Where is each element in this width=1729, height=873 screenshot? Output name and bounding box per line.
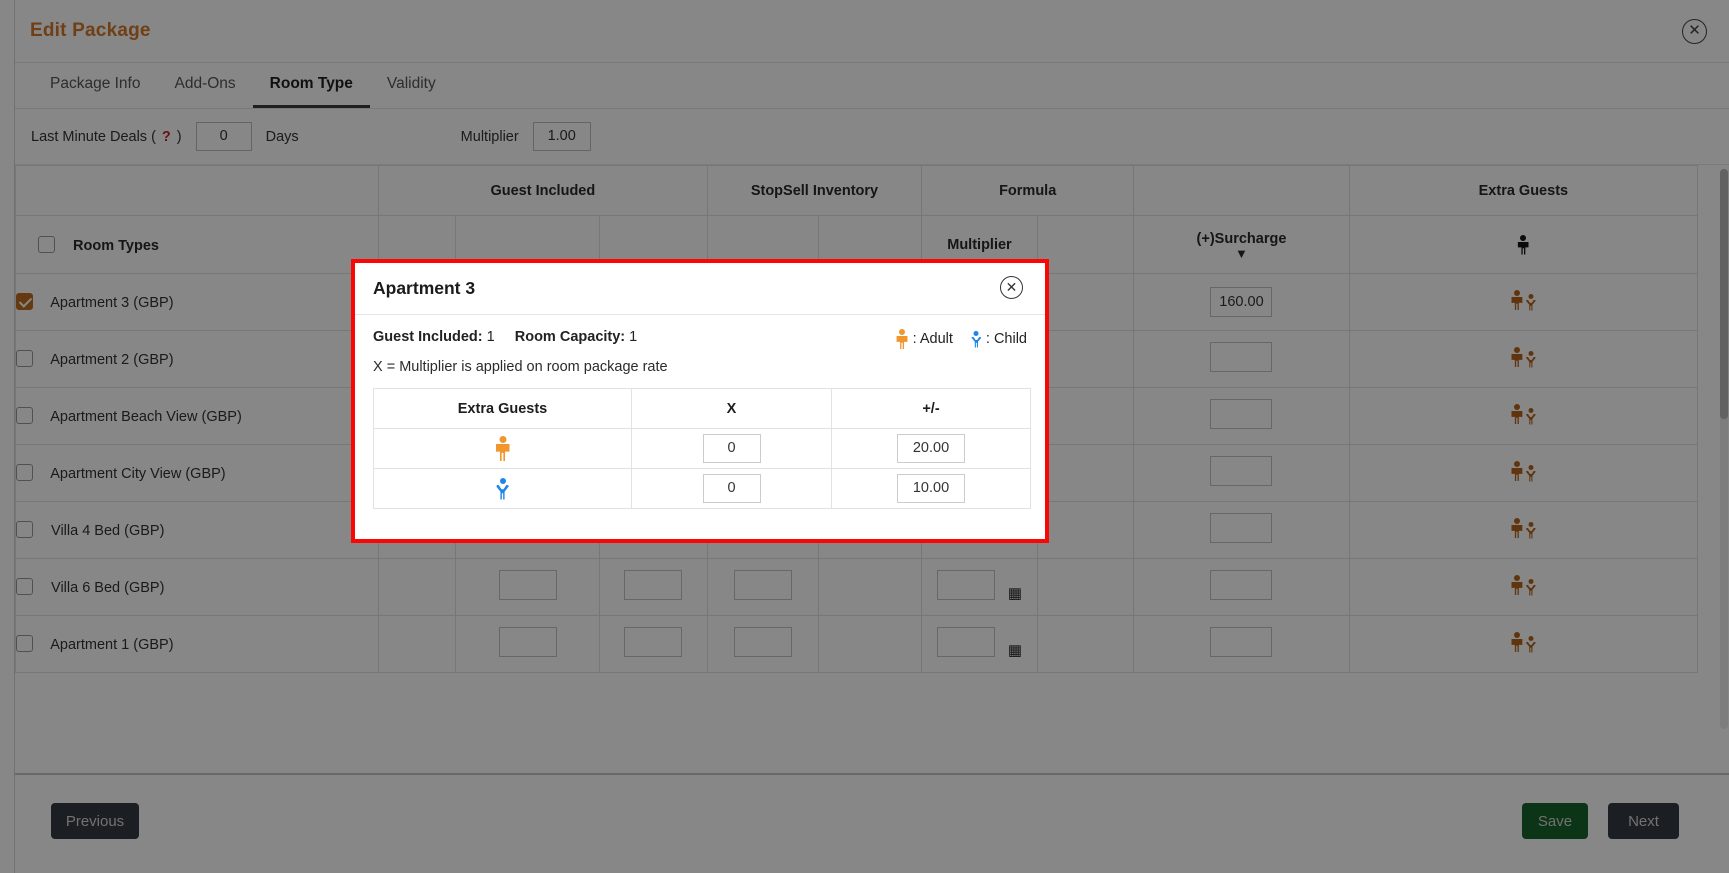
modal-close-icon[interactable]: ✕ <box>1000 276 1023 299</box>
extra-guests-header-row: Extra Guests X +/- <box>373 388 1031 429</box>
guest-included-value: 1 <box>486 329 495 345</box>
guest-included-label: Guest Included: <box>373 329 483 345</box>
adult-icon <box>495 436 511 461</box>
modal-title: Apartment 3 <box>373 278 476 298</box>
adult-surcharge-cell: 20.00 <box>831 428 1031 469</box>
child-icon <box>496 477 510 500</box>
extra-guests-modal: Apartment 3 ✕ Guest Included: 1 Room Cap… <box>351 259 1049 543</box>
adult-row-icon-cell <box>373 428 632 469</box>
col-x: X <box>631 388 832 429</box>
extra-guests-row-adult: 0 20.00 <box>373 428 1031 469</box>
child-surcharge-cell: 10.00 <box>831 468 1031 509</box>
modal-body: Guest Included: 1 Room Capacity: 1 : Adu… <box>355 315 1045 539</box>
adult-surcharge-input[interactable]: 20.00 <box>897 434 965 463</box>
modal-note: X = Multiplier is applied on room packag… <box>373 359 668 375</box>
modal-header: Apartment 3 ✕ <box>355 263 1045 315</box>
child-surcharge-input[interactable]: 10.00 <box>897 474 965 503</box>
guest-type-legend: : Adult : Child <box>896 329 1027 349</box>
child-row-icon-cell <box>373 468 632 509</box>
room-capacity-label: Room Capacity: <box>514 329 626 345</box>
child-icon <box>971 331 982 348</box>
legend-adult-label: : Adult <box>912 331 953 347</box>
extra-guests-row-child: 0 10.00 <box>373 468 1031 509</box>
adult-multiplier-cell: 0 <box>631 428 832 469</box>
child-multiplier-cell: 0 <box>631 468 832 509</box>
app-root: Edit Package ✕ Package Info Add-Ons Room… <box>0 0 1729 873</box>
col-extra-guests: Extra Guests <box>373 388 632 429</box>
room-capacity-value: 1 <box>629 329 638 345</box>
extra-guests-table: Extra Guests X +/- 0 20.00 0 10.00 <box>373 388 1031 509</box>
col-plus-minus: +/- <box>831 388 1031 429</box>
adult-multiplier-input[interactable]: 0 <box>702 434 761 463</box>
child-multiplier-input[interactable]: 0 <box>702 474 761 503</box>
legend-child-label: : Child <box>985 331 1027 347</box>
adult-icon <box>896 329 909 349</box>
